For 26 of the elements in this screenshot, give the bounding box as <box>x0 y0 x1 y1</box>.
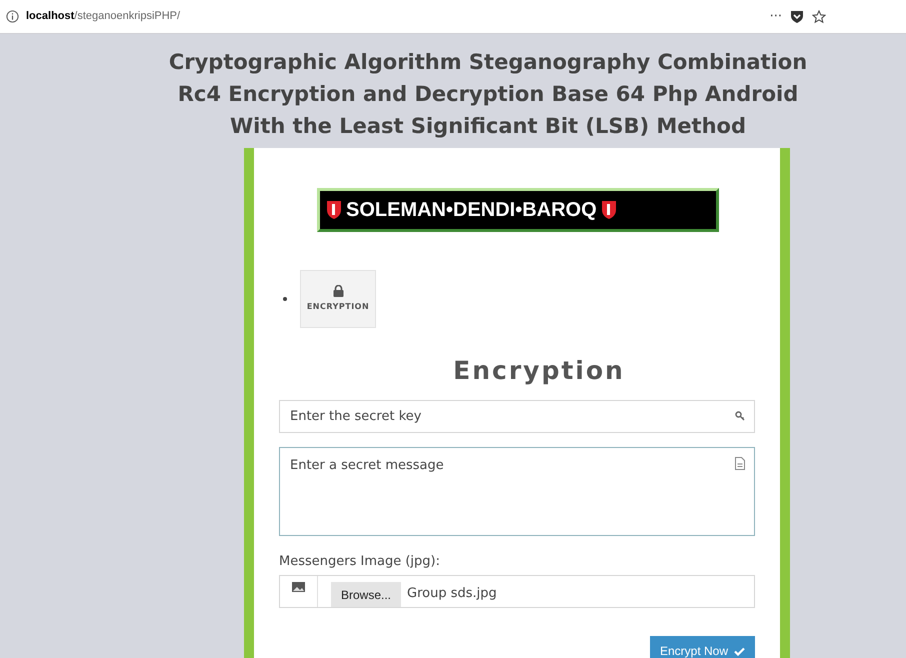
page-title-line: Cryptographic Algorithm Steganography Combination <box>168 49 808 76</box>
file-name: Group sds.jpg <box>407 584 497 602</box>
lock-icon <box>332 285 344 297</box>
page-actions-button[interactable]: ··· <box>770 6 782 26</box>
star-icon[interactable] <box>812 10 826 24</box>
info-icon[interactable] <box>6 10 19 23</box>
document-icon <box>735 456 745 470</box>
page-title-line: Rc4 Encryption and Decryption Base 64 Php Android <box>178 81 798 108</box>
encrypt-now-button[interactable]: Encrypt Now <box>650 636 755 658</box>
address-bar[interactable]: localhost/steganoenkripsiPHP/ <box>26 8 180 25</box>
secret-key-field[interactable]: Enter the secret key <box>279 400 755 432</box>
file-input[interactable]: Browse... Group sds.jpg <box>279 575 755 608</box>
page-title-line: With the Least Significant Bit (LSB) Method <box>230 113 746 140</box>
encryption-menu-tile[interactable]: ENCRYPTION <box>300 270 376 328</box>
secret-message-field[interactable]: Enter a secret message <box>279 446 755 536</box>
section-heading: Encryption <box>452 355 626 387</box>
shield-icon <box>600 200 617 220</box>
logo-text: SOLEMAN•DENDI•BAROQ <box>346 198 597 223</box>
shield-icon[interactable] <box>790 10 804 23</box>
check-icon <box>734 646 745 656</box>
shield-icon <box>326 200 342 220</box>
image-icon <box>292 582 305 592</box>
image-label: Messengers Image (jpg): <box>279 552 441 570</box>
key-icon <box>735 410 745 420</box>
bullet-icon <box>283 297 287 301</box>
browse-button[interactable]: Browse... <box>331 582 402 607</box>
